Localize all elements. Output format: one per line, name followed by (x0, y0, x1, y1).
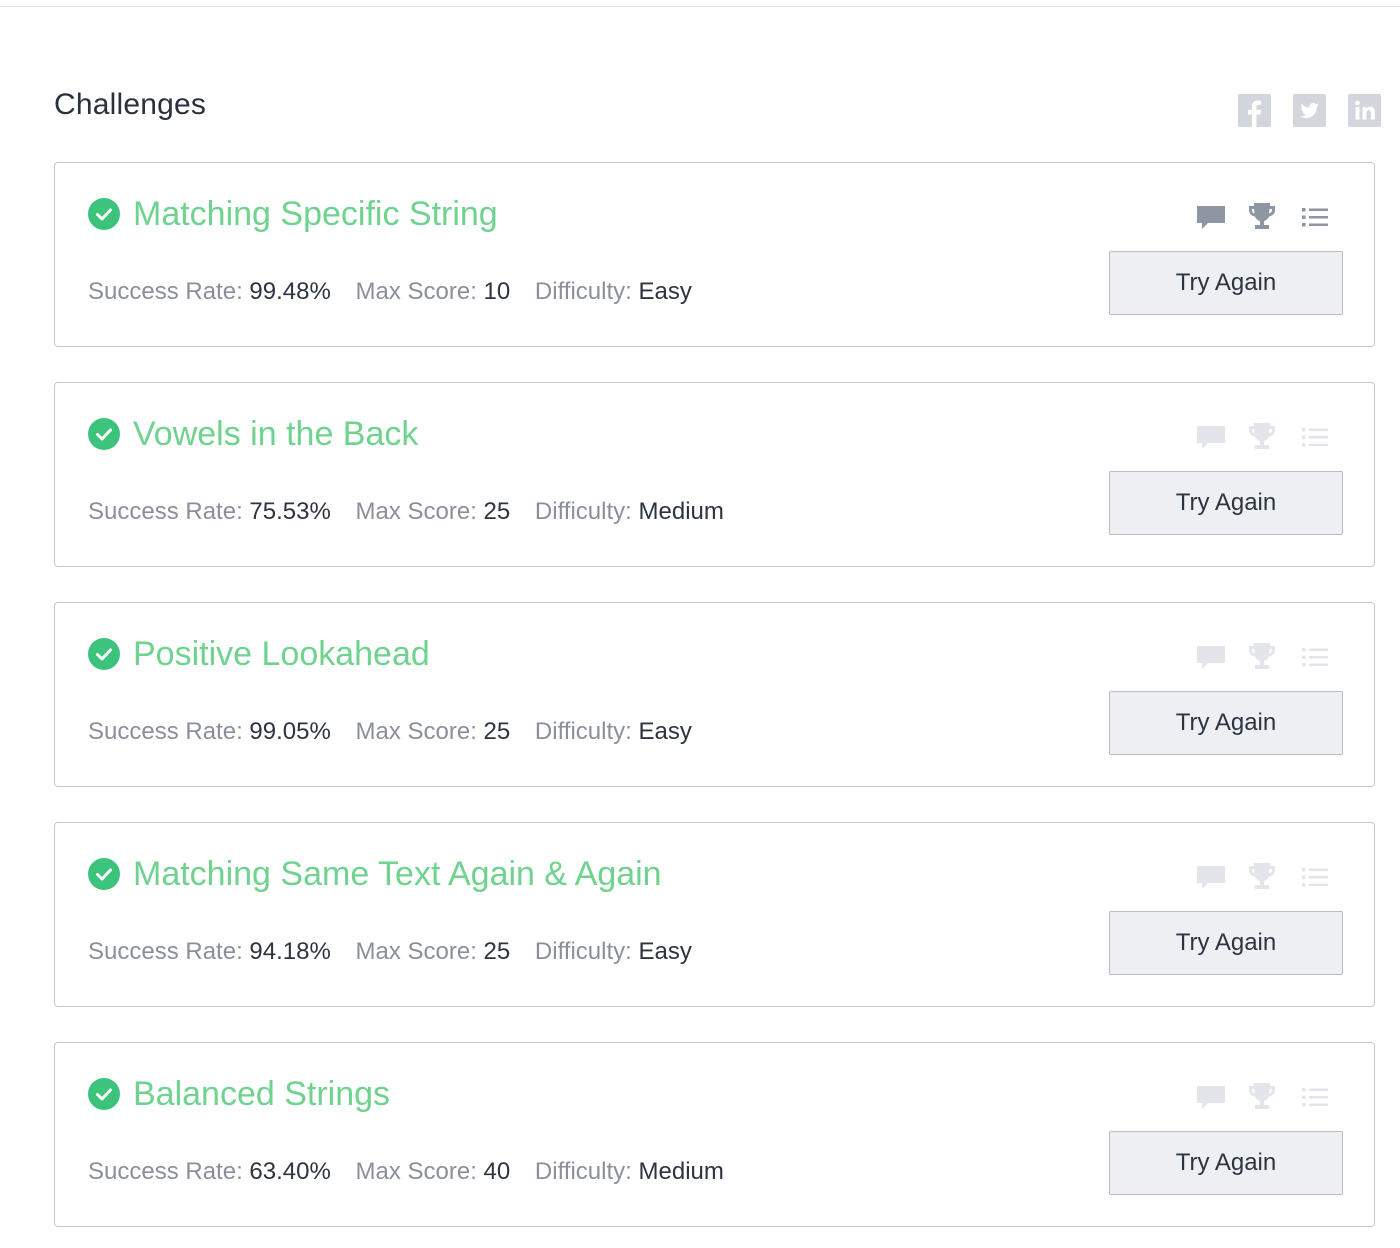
difficulty-label: Difficulty: (534, 498, 632, 525)
check-circle-icon (88, 418, 120, 450)
max-score-label: Max Score: (355, 278, 477, 305)
max-score-label: Max Score: (355, 1158, 477, 1185)
max-score-value: 25 (483, 498, 511, 525)
try-again-button[interactable]: Try Again (1109, 251, 1343, 315)
discussion-icon[interactable] (1194, 1080, 1228, 1114)
discussion-icon[interactable] (1194, 640, 1228, 674)
challenge-stats: Success Rate: 99.48% Max Score: 10 Diffi… (88, 278, 710, 306)
success-rate-value: 75.53% (249, 498, 331, 525)
leaderboard-trophy-icon[interactable] (1245, 200, 1279, 234)
success-rate-label: Success Rate: (88, 278, 243, 305)
challenge-title[interactable]: Balanced Strings (133, 1075, 390, 1114)
success-rate-label: Success Rate: (88, 938, 243, 965)
challenge-stats: Success Rate: 63.40% Max Score: 40 Diffi… (88, 1158, 742, 1186)
leaderboard-trophy-icon[interactable] (1245, 1080, 1279, 1114)
challenge-card: Positive Lookahead Success Rate: 99.05% … (54, 602, 1375, 787)
submissions-list-icon[interactable] (1298, 640, 1332, 674)
submissions-list-icon[interactable] (1298, 1080, 1332, 1114)
leaderboard-trophy-icon[interactable] (1245, 860, 1279, 894)
max-score-value: 25 (483, 938, 511, 965)
facebook-icon[interactable] (1238, 94, 1271, 127)
leaderboard-trophy-icon[interactable] (1245, 420, 1279, 454)
difficulty-label: Difficulty: (534, 1158, 632, 1185)
top-divider (0, 6, 1400, 7)
challenge-actions (1194, 1080, 1344, 1114)
difficulty-label: Difficulty: (534, 718, 632, 745)
discussion-icon[interactable] (1194, 420, 1228, 454)
check-circle-icon (88, 1078, 120, 1110)
difficulty-value: Easy (638, 278, 692, 305)
try-again-button[interactable]: Try Again (1109, 471, 1343, 535)
challenge-actions (1194, 860, 1344, 894)
difficulty-value: Easy (638, 718, 692, 745)
max-score-value: 40 (483, 1158, 511, 1185)
challenge-title[interactable]: Matching Same Text Again & Again (133, 855, 662, 894)
try-again-button[interactable]: Try Again (1109, 911, 1343, 975)
submissions-list-icon[interactable] (1298, 860, 1332, 894)
success-rate-value: 63.40% (249, 1158, 331, 1185)
challenge-title[interactable]: Positive Lookahead (133, 635, 430, 674)
difficulty-label: Difficulty: (534, 278, 632, 305)
try-again-button[interactable]: Try Again (1109, 691, 1343, 755)
challenge-stats: Success Rate: 75.53% Max Score: 25 Diffi… (88, 498, 742, 526)
challenge-stats: Success Rate: 99.05% Max Score: 25 Diffi… (88, 718, 710, 746)
challenge-stats: Success Rate: 94.18% Max Score: 25 Diffi… (88, 938, 710, 966)
success-rate-label: Success Rate: (88, 1158, 243, 1185)
challenge-card: Vowels in the Back Success Rate: 75.53% … (54, 382, 1375, 567)
success-rate-value: 94.18% (249, 938, 331, 965)
twitter-icon[interactable] (1293, 94, 1326, 127)
success-rate-label: Success Rate: (88, 718, 243, 745)
linkedin-icon[interactable] (1348, 94, 1381, 127)
challenge-actions (1194, 200, 1344, 234)
max-score-label: Max Score: (355, 718, 477, 745)
difficulty-value: Medium (638, 498, 724, 525)
check-circle-icon (88, 198, 120, 230)
leaderboard-trophy-icon[interactable] (1245, 640, 1279, 674)
difficulty-value: Medium (638, 1158, 724, 1185)
success-rate-label: Success Rate: (88, 498, 243, 525)
success-rate-value: 99.05% (249, 718, 331, 745)
check-circle-icon (88, 638, 120, 670)
difficulty-value: Easy (638, 938, 692, 965)
max-score-value: 25 (483, 718, 511, 745)
check-circle-icon (88, 858, 120, 890)
submissions-list-icon[interactable] (1298, 420, 1332, 454)
max-score-value: 10 (483, 278, 511, 305)
challenge-card: Balanced Strings Success Rate: 63.40% Ma… (54, 1042, 1375, 1227)
page-title: Challenges (54, 88, 207, 121)
success-rate-value: 99.48% (249, 278, 331, 305)
challenge-card: Matching Specific String Success Rate: 9… (54, 162, 1375, 347)
challenge-actions (1194, 420, 1344, 454)
difficulty-label: Difficulty: (534, 938, 632, 965)
submissions-list-icon[interactable] (1298, 200, 1332, 234)
challenge-actions (1194, 640, 1344, 674)
challenge-card: Matching Same Text Again & Again Success… (54, 822, 1375, 1007)
try-again-button[interactable]: Try Again (1109, 1131, 1343, 1195)
discussion-icon[interactable] (1194, 200, 1228, 234)
max-score-label: Max Score: (355, 938, 477, 965)
max-score-label: Max Score: (355, 498, 477, 525)
discussion-icon[interactable] (1194, 860, 1228, 894)
challenge-title[interactable]: Matching Specific String (133, 195, 498, 234)
challenge-title[interactable]: Vowels in the Back (133, 415, 418, 454)
